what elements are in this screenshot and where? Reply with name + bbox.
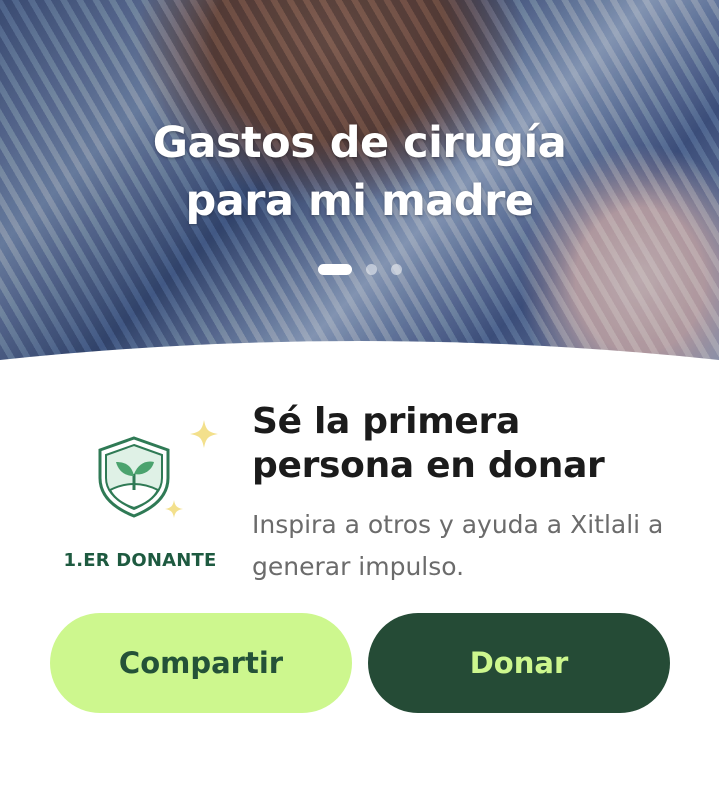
carousel-indicator — [0, 264, 719, 275]
curved-divider — [0, 341, 719, 402]
carousel-dot-3[interactable] — [390, 264, 402, 275]
carousel-dot-2[interactable] — [365, 264, 377, 275]
first-donor-subtext: Inspira a otros y ayuda a Xitlali a gene… — [252, 510, 664, 581]
share-button[interactable]: Compartir — [50, 613, 352, 713]
first-donor-headline: Sé la primera persona en donar — [252, 401, 605, 486]
first-donor-badge: 1.ER DONANTE — [60, 412, 220, 582]
first-donor-label: 1.ER DONANTE — [63, 550, 217, 571]
shield-sprout-icon — [98, 420, 218, 518]
sparkle-large-icon — [190, 420, 218, 448]
carousel-dot-1[interactable] — [317, 264, 352, 275]
donate-button[interactable]: Donar — [368, 613, 670, 713]
campaign-title-line2: para mi madre — [185, 176, 534, 226]
campaign-title-line1: Gastos de cirugía — [152, 118, 567, 168]
sparkle-small-icon — [165, 500, 183, 518]
campaign-title: Gastos de cirugía para mi madre — [0, 114, 719, 230]
